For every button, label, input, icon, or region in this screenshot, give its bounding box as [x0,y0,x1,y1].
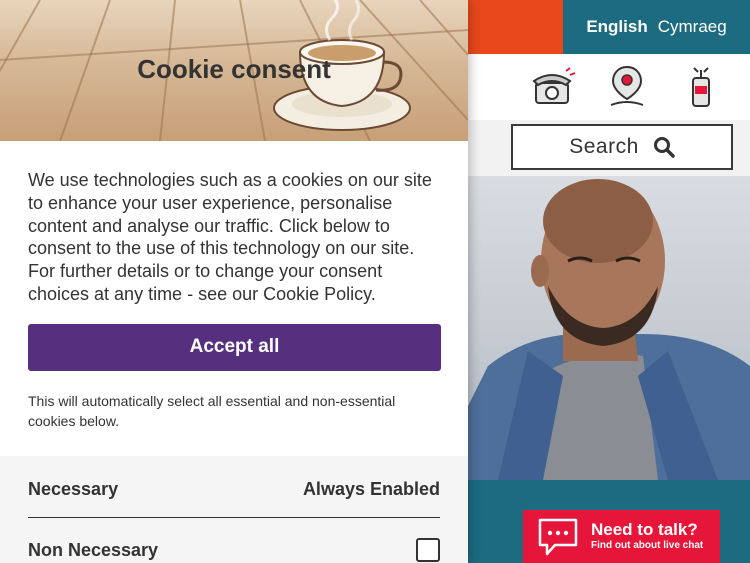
accept-all-button[interactable]: Accept all [28,323,441,371]
cookie-dialog-body: We use technologies such as a cookies on… [0,141,468,431]
language-cymraeg[interactable]: Cymraeg [658,17,727,37]
map-pin-icon[interactable] [604,64,650,110]
non-necessary-checkbox[interactable] [416,538,440,562]
language-switcher: English Cymraeg [563,0,750,54]
quick-links-bar [468,54,750,120]
search-button[interactable]: Search [511,124,733,170]
telephone-icon[interactable] [530,64,576,110]
live-chat-button[interactable]: Need to talk? Find out about live chat [523,510,720,563]
cookie-category-necessary: Necessary Always Enabled [28,478,440,500]
hero-image [468,176,750,480]
live-chat-title: Need to talk? [591,519,698,539]
cookie-preferences: Necessary Always Enabled Non Necessary [0,456,468,563]
tin-can-phone-icon[interactable] [678,64,724,110]
category-name-non-necessary: Non Necessary [28,539,159,560]
chat-bubble-icon [538,518,578,555]
category-name-necessary: Necessary [28,478,119,499]
search-label: Search [569,135,639,158]
language-english[interactable]: English [586,17,647,37]
cookie-description: We use technologies such as a cookies on… [28,170,432,304]
preferences-divider [28,517,440,518]
accept-all-note: This will automatically select all essen… [28,392,396,429]
live-chat-subtitle: Find out about live chat [591,539,704,551]
cookie-dialog-header: Cookie consent [0,0,468,141]
search-icon [653,137,675,158]
always-enabled-label: Always Enabled [302,478,440,499]
cookie-dialog-title: Cookie consent [137,54,331,84]
cookie-category-non-necessary: Non Necessary [28,536,440,563]
cookie-consent-dialog: Cookie consent We use technologies such … [0,0,468,563]
